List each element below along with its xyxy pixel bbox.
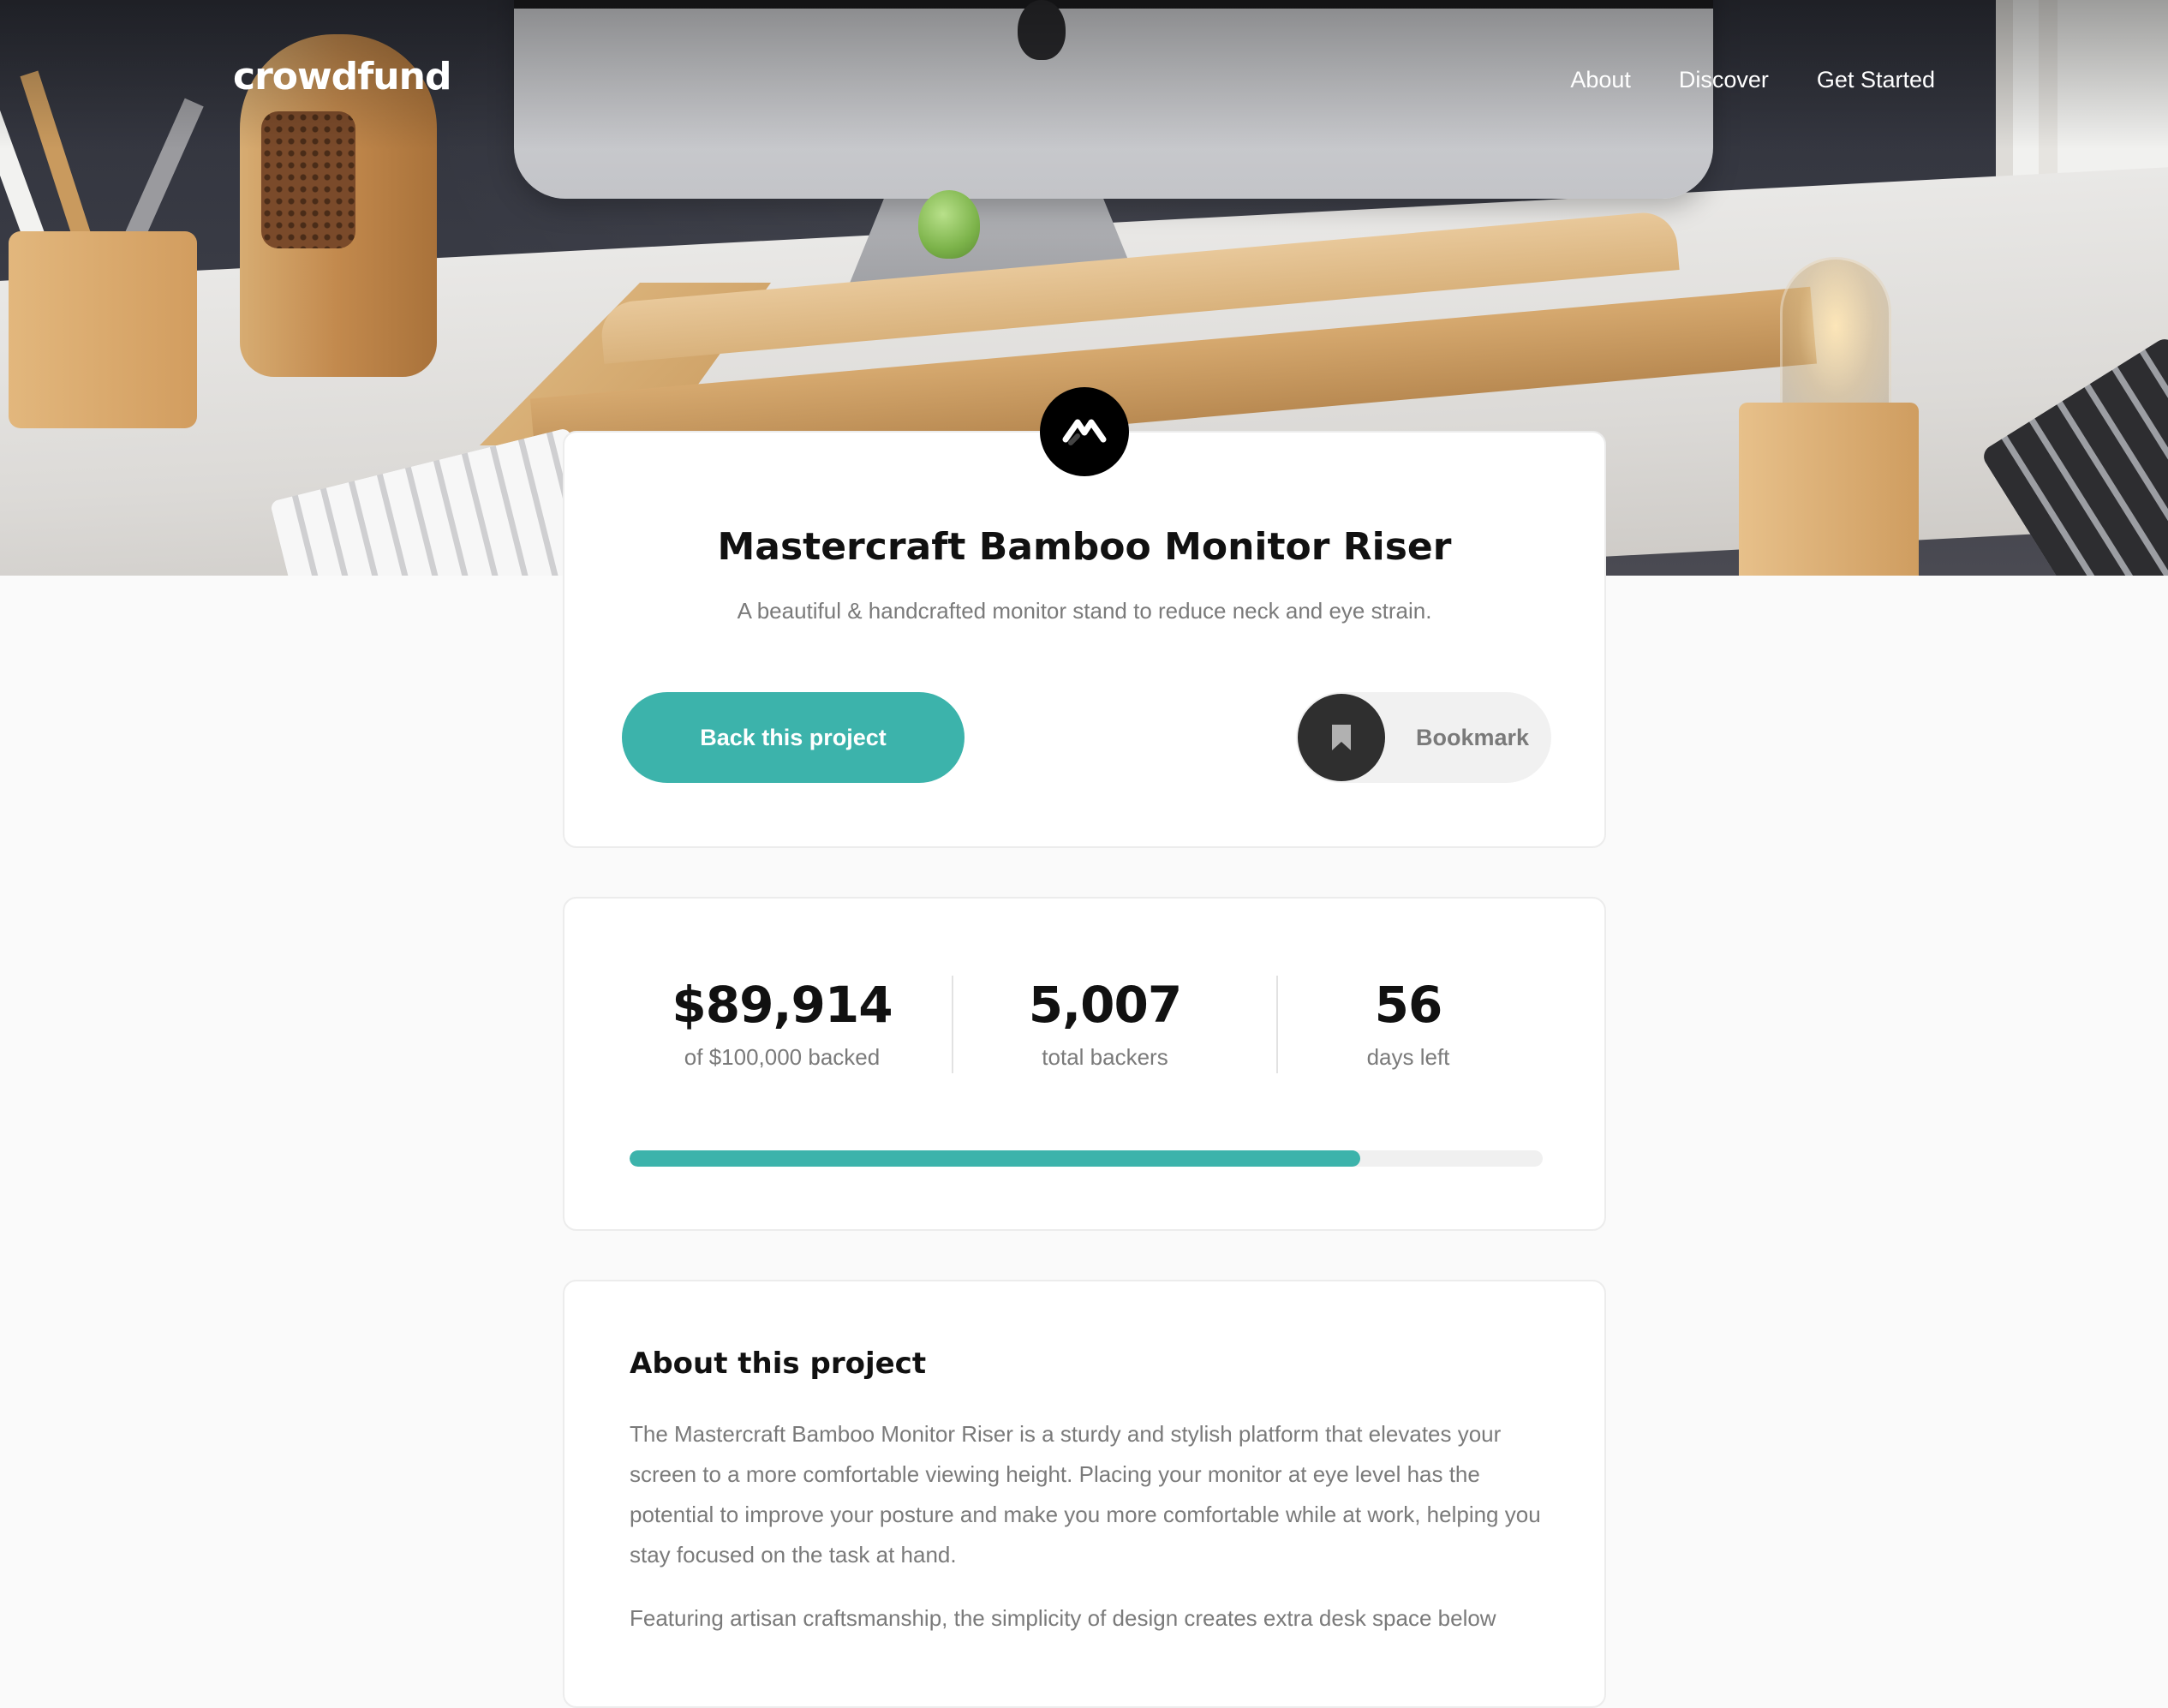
- stat-backers-label: total backers: [1042, 1044, 1168, 1070]
- stat-backers-value: 5,007: [1028, 976, 1182, 1034]
- site-logo[interactable]: crowdfund: [233, 55, 451, 99]
- project-title: Mastercraft Bamboo Monitor Riser: [717, 525, 1452, 569]
- stats-card: $89,914 of $100,000 backed 5,007 total b…: [563, 897, 1606, 1231]
- bookmark-button[interactable]: Bookmark: [1296, 692, 1551, 783]
- stat-divider: [952, 976, 953, 1073]
- about-paragraph: The Mastercraft Bamboo Monitor Riser is …: [630, 1421, 1541, 1568]
- about-paragraph: Featuring artisan craftsmanship, the sim…: [630, 1605, 1496, 1631]
- nav-get-started[interactable]: Get Started: [1817, 67, 1935, 93]
- funding-progress-bar: [630, 1150, 1543, 1167]
- bookmark-icon: [1332, 725, 1351, 750]
- nav-discover[interactable]: Discover: [1679, 67, 1769, 93]
- stat-days-value: 56: [1374, 976, 1443, 1034]
- back-project-button[interactable]: Back this project: [622, 692, 965, 783]
- bookmark-label: Bookmark: [1416, 724, 1530, 750]
- mastercraft-logo-icon: [1040, 387, 1129, 476]
- funding-progress-fill: [630, 1150, 1360, 1167]
- project-subtitle: A beautiful & handcrafted monitor stand …: [737, 598, 1432, 624]
- stat-backed: $89,914 of $100,000 backed: [636, 976, 928, 1071]
- nav-about[interactable]: About: [1570, 67, 1631, 93]
- stat-backed-value: $89,914: [672, 976, 893, 1034]
- main-nav: About Discover Get Started: [1570, 67, 1935, 93]
- stat-backers: 5,007 total backers: [959, 976, 1251, 1071]
- stat-days-left: 56 days left: [1263, 976, 1554, 1071]
- mastercraft-mark-icon: [1062, 419, 1107, 445]
- about-title: About this project: [630, 1347, 927, 1381]
- project-intro-card: Mastercraft Bamboo Monitor Riser A beaut…: [563, 431, 1606, 848]
- stat-days-label: days left: [1366, 1044, 1450, 1070]
- stat-backed-label: of $100,000 backed: [684, 1044, 881, 1070]
- about-card: About this project The Mastercraft Bambo…: [563, 1280, 1606, 1708]
- bookmark-icon-circle: [1298, 694, 1385, 781]
